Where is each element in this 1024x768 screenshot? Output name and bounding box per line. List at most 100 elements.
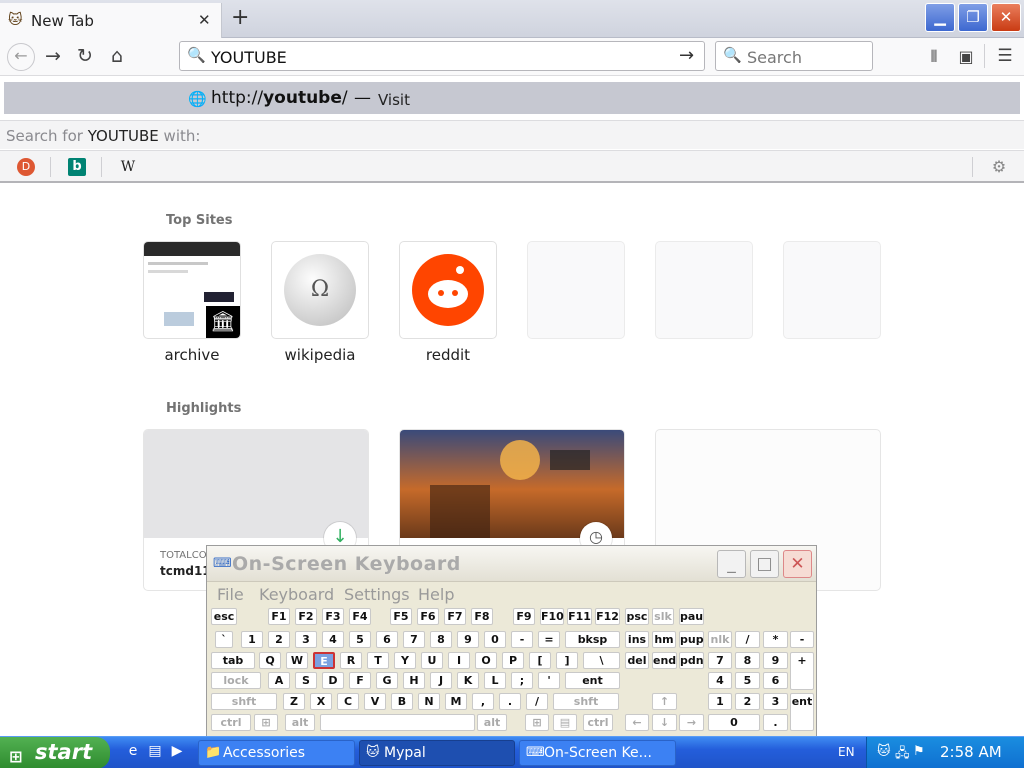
osk-key[interactable]: D — [322, 672, 344, 689]
osk-key[interactable]: W — [286, 652, 308, 669]
osk-menu-settings[interactable]: Settings — [344, 585, 410, 604]
osk-key[interactable]: F8 — [471, 608, 493, 625]
osk-key[interactable]: 9 — [763, 652, 788, 669]
library-icon[interactable]: ⫴ — [922, 47, 946, 67]
osk-key[interactable]: 8 — [735, 652, 760, 669]
osk-key[interactable]: 0 — [484, 631, 506, 648]
osk-key-menu[interactable]: ▤ — [553, 714, 577, 731]
osk-key[interactable]: Z — [283, 693, 305, 710]
osk-key[interactable]: bksp — [565, 631, 620, 648]
osk-key[interactable]: psc — [625, 608, 649, 625]
osk-key[interactable]: - — [790, 631, 814, 648]
desktop-icon[interactable]: ▤ — [146, 743, 164, 761]
osk-key[interactable]: ' — [538, 672, 560, 689]
osk-key[interactable]: slk — [652, 608, 674, 625]
url-bar[interactable]: 🔍 YOUTUBE → — [179, 41, 705, 71]
home-icon[interactable]: ⌂ — [105, 45, 129, 67]
on-screen-keyboard-window[interactable]: ⌨ On-Screen Keyboard _ □ ✕ File Keyboard… — [206, 545, 817, 738]
task-on-screen-keyboard[interactable]: ⌨ On-Screen Ke... — [519, 740, 676, 766]
osk-key[interactable]: 3 — [295, 631, 317, 648]
osk-key[interactable]: F7 — [444, 608, 466, 625]
osk-key[interactable]: , — [472, 693, 494, 710]
osk-key[interactable]: C — [337, 693, 359, 710]
osk-key[interactable]: F4 — [349, 608, 371, 625]
back-icon[interactable]: ← — [7, 43, 35, 71]
media-player-icon[interactable]: ▶ — [168, 743, 186, 761]
task-accessories[interactable]: 📁 Accessories — [198, 740, 355, 766]
top-site-label[interactable]: reddit — [400, 346, 496, 364]
gear-icon[interactable]: ⚙ — [990, 158, 1008, 176]
osk-close-button[interactable]: ✕ — [783, 550, 812, 578]
osk-key-space[interactable] — [320, 714, 475, 731]
osk-key[interactable]: + — [790, 652, 814, 690]
osk-menu-help[interactable]: Help — [418, 585, 454, 604]
osk-key[interactable]: E — [313, 652, 335, 669]
osk-key[interactable]: 4 — [322, 631, 344, 648]
osk-key[interactable]: B — [391, 693, 413, 710]
osk-key[interactable]: . — [763, 714, 788, 731]
url-suggestion-row[interactable]: 🌐 http://youtube/ — Visit — [4, 82, 1020, 114]
osk-key[interactable]: alt — [477, 714, 507, 731]
new-tab-button[interactable]: + — [231, 5, 249, 31]
osk-key[interactable]: lock — [211, 672, 261, 689]
osk-key[interactable]: [ — [529, 652, 551, 669]
osk-key[interactable]: shft — [553, 693, 619, 710]
osk-key-windows-right[interactable]: ⊞ — [525, 714, 549, 731]
restore-button[interactable]: ❐ — [958, 3, 988, 32]
osk-key[interactable]: 5 — [349, 631, 371, 648]
osk-key[interactable]: F11 — [567, 608, 592, 625]
osk-key[interactable]: end — [652, 652, 677, 669]
osk-key[interactable]: R — [340, 652, 362, 669]
osk-key[interactable]: X — [310, 693, 332, 710]
osk-key[interactable]: I — [448, 652, 470, 669]
bing-icon[interactable]: b — [68, 158, 86, 176]
osk-key[interactable]: 6 — [376, 631, 398, 648]
menu-icon[interactable]: ☰ — [993, 46, 1017, 66]
osk-key[interactable]: J — [430, 672, 452, 689]
osk-key[interactable]: * — [763, 631, 788, 648]
osk-key[interactable]: ctrl — [583, 714, 613, 731]
osk-key[interactable]: 5 — [735, 672, 760, 689]
osk-key[interactable]: . — [499, 693, 521, 710]
osk-key[interactable]: ctrl — [211, 714, 251, 731]
osk-key[interactable]: del — [625, 652, 649, 669]
osk-key[interactable]: Q — [259, 652, 281, 669]
osk-key[interactable]: pdn — [679, 652, 704, 669]
osk-key[interactable]: ; — [511, 672, 533, 689]
top-site-reddit[interactable] — [400, 242, 496, 338]
osk-key[interactable]: esc — [211, 608, 237, 625]
osk-key[interactable]: F3 — [322, 608, 344, 625]
osk-key[interactable]: 1 — [708, 693, 732, 710]
tray-status-icon[interactable]: ⚑ — [913, 744, 925, 759]
osk-key[interactable]: shft — [211, 693, 277, 710]
osk-key[interactable]: / — [526, 693, 548, 710]
osk-key-arrow-left[interactable]: ← — [625, 714, 649, 731]
sidebar-icon[interactable]: ▣ — [954, 47, 978, 66]
osk-key[interactable]: G — [376, 672, 398, 689]
task-mypal[interactable]: 🐱 Mypal — [359, 740, 515, 766]
osk-key[interactable]: F9 — [513, 608, 535, 625]
osk-key[interactable]: ent — [790, 693, 814, 731]
osk-key[interactable]: hm — [652, 631, 676, 648]
top-site-label[interactable]: wikipedia — [272, 346, 368, 364]
wikipedia-icon[interactable]: W — [119, 158, 137, 176]
osk-key[interactable]: 9 — [457, 631, 479, 648]
language-indicator[interactable]: EN — [838, 745, 855, 759]
close-tab-icon[interactable]: ✕ — [198, 11, 211, 29]
close-window-button[interactable]: ✕ — [991, 3, 1021, 32]
top-site-archive[interactable]: 🏛 — [144, 242, 240, 338]
osk-key-windows-left[interactable]: ⊞ — [254, 714, 278, 731]
tray-app-icon[interactable]: 🐱 — [877, 744, 891, 759]
osk-key-arrow-down[interactable]: ↓ — [652, 714, 677, 731]
osk-minimize-button[interactable]: _ — [717, 550, 746, 578]
osk-key[interactable]: 0 — [708, 714, 760, 731]
osk-key[interactable]: V — [364, 693, 386, 710]
osk-key[interactable]: L — [484, 672, 506, 689]
ie-icon[interactable]: e — [124, 743, 142, 761]
url-input[interactable]: YOUTUBE — [211, 48, 287, 67]
osk-key[interactable]: S — [295, 672, 317, 689]
osk-key[interactable]: P — [502, 652, 524, 669]
network-icon[interactable]: 🖧 — [895, 744, 910, 766]
osk-title-bar[interactable]: ⌨ On-Screen Keyboard _ □ ✕ — [207, 546, 816, 582]
osk-key[interactable]: - — [511, 631, 533, 648]
